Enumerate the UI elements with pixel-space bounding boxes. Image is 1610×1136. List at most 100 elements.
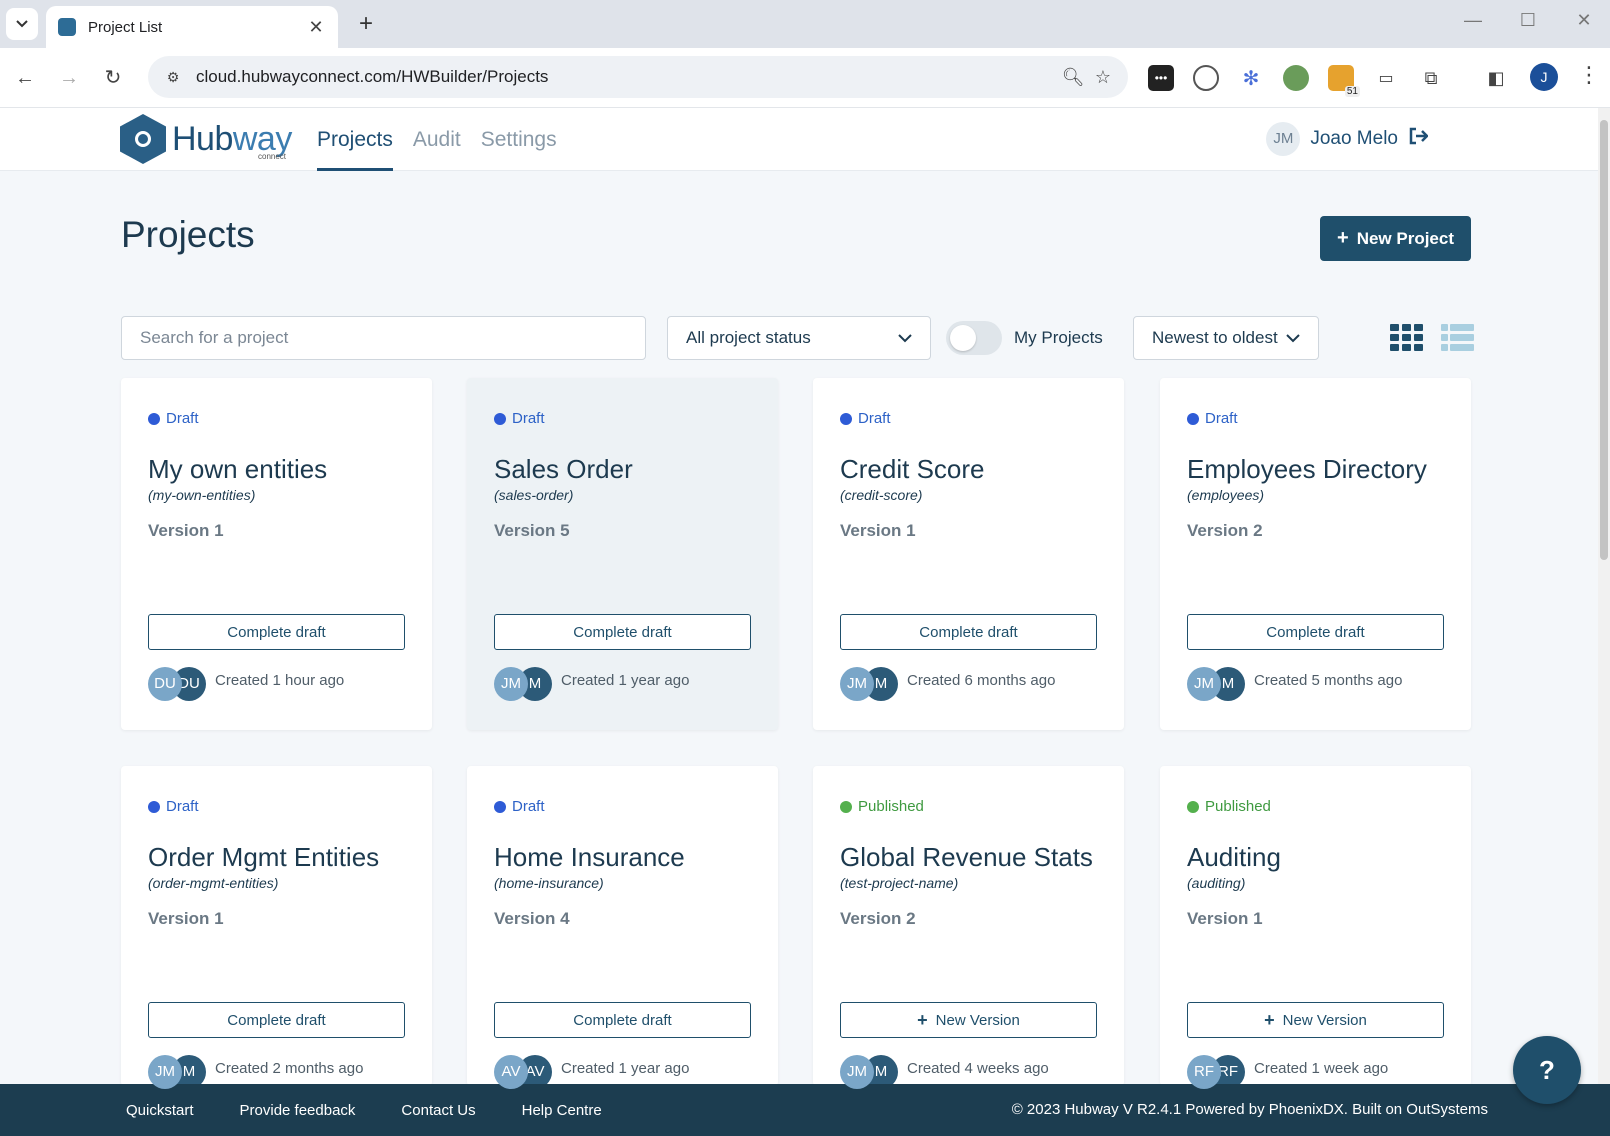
grid-view-icon[interactable] <box>1390 324 1423 351</box>
status-badge: Draft <box>494 798 545 815</box>
new-project-button[interactable]: + New Project <box>1320 216 1471 261</box>
new-version-button[interactable]: + New Version <box>840 1002 1097 1038</box>
status-dot-icon <box>840 412 852 425</box>
status-text: Draft <box>1205 410 1238 427</box>
project-card[interactable]: Draft Order Mgmt Entities (order-mgmt-enti… <box>121 766 432 1089</box>
nav-audit[interactable]: Audit <box>413 108 461 171</box>
project-version: Version 2 <box>1187 521 1263 540</box>
site-settings-icon[interactable]: ⚙ <box>162 66 184 88</box>
created-time: Created 1 week ago <box>1254 1060 1389 1077</box>
minimize-icon[interactable]: — <box>1458 10 1488 31</box>
forward-arrow-icon[interactable]: → <box>54 63 84 93</box>
logo-text-hub: Hub <box>172 119 233 158</box>
avatar: JM <box>148 1055 182 1089</box>
page-scrollbar[interactable] <box>1598 108 1610 1084</box>
project-title[interactable]: Employees Directory <box>1187 454 1427 485</box>
created-time: Created 6 months ago <box>907 672 1056 689</box>
plus-icon: + <box>1337 227 1349 249</box>
project-title[interactable]: Credit Score <box>840 454 985 485</box>
project-title[interactable]: Home Insurance <box>494 842 685 873</box>
nav-projects[interactable]: Projects <box>317 108 393 171</box>
list-view-icon[interactable] <box>1441 324 1474 351</box>
complete-draft-button[interactable]: Complete draft <box>494 1002 751 1038</box>
project-card[interactable]: Draft My own entities (my-own-entities) Ver… <box>121 378 432 730</box>
back-arrow-icon[interactable]: ← <box>10 63 40 93</box>
project-card[interactable]: Draft Home Insurance (home-insurance) Versi… <box>467 766 778 1089</box>
complete-draft-button[interactable]: Complete draft <box>148 1002 405 1038</box>
browser-profile-avatar[interactable]: J <box>1530 63 1558 91</box>
project-card[interactable]: Draft Credit Score (credit-score) Version 1… <box>813 378 1124 730</box>
project-slug: (order-mgmt-entities) <box>148 875 279 891</box>
project-card[interactable]: Draft Sales Order (sales-order) Version 5 Co… <box>467 378 778 730</box>
card-action-label: New Version <box>935 1011 1020 1029</box>
new-version-button[interactable]: + New Version <box>1187 1002 1444 1038</box>
project-slug: (test-project-name) <box>840 875 959 891</box>
project-card[interactable]: Published Global Revenue Stats (test-proje… <box>813 766 1124 1089</box>
project-title[interactable]: Order Mgmt Entities <box>148 842 379 873</box>
help-button[interactable]: ? <box>1513 1036 1581 1104</box>
card-action-label: Complete draft <box>227 1011 326 1029</box>
project-status-value: All project status <box>686 328 811 347</box>
complete-draft-button[interactable]: Complete draft <box>148 614 405 650</box>
url-text[interactable]: cloud.hubwayconnect.com/HWBuilder/Projec… <box>196 67 1058 87</box>
page-footer: Quickstart Provide feedback Contact Us H… <box>0 1084 1610 1136</box>
status-dot-icon <box>148 800 160 813</box>
avatar: JM <box>494 667 528 701</box>
footer-link-contact[interactable]: Contact Us <box>401 1102 475 1119</box>
my-projects-toggle[interactable] <box>946 321 1002 355</box>
close-window-icon[interactable]: ✕ <box>1569 10 1599 31</box>
project-card[interactable]: Draft Employees Directory (employees) Versi… <box>1160 378 1471 730</box>
project-title[interactable]: Global Revenue Stats <box>840 842 1093 873</box>
new-tab-plus-icon[interactable]: + <box>352 10 380 38</box>
extension-snowflake-icon[interactable]: ✻ <box>1238 65 1264 91</box>
zoom-icon[interactable]: 🔍︎ <box>1058 67 1088 88</box>
complete-draft-button[interactable]: Complete draft <box>1187 614 1444 650</box>
footer-link-quickstart[interactable]: Quickstart <box>126 1102 194 1119</box>
status-text: Published <box>1205 798 1271 815</box>
nav-settings[interactable]: Settings <box>481 108 557 171</box>
status-text: Draft <box>512 798 545 815</box>
tab-search-dropdown-icon[interactable] <box>6 8 38 40</box>
cast-icon[interactable]: ▭ <box>1373 65 1399 91</box>
avatar: RF <box>1187 1055 1221 1089</box>
footer-links: Quickstart Provide feedback Contact Us H… <box>126 1084 648 1136</box>
extension-icon[interactable]: ••• <box>1148 65 1174 91</box>
browser-menu-icon[interactable]: ⋮ <box>1578 62 1600 88</box>
user-menu[interactable]: JM Joao Melo <box>1266 122 1429 156</box>
complete-draft-button[interactable]: Complete draft <box>840 614 1097 650</box>
close-tab-icon[interactable]: ✕ <box>306 17 326 38</box>
extensions-puzzle-icon[interactable]: ⧉ <box>1418 65 1444 91</box>
project-title[interactable]: Auditing <box>1187 842 1281 873</box>
reload-icon[interactable]: ↻ <box>98 63 128 93</box>
complete-draft-button[interactable]: Complete draft <box>494 614 751 650</box>
address-bar[interactable]: ⚙ cloud.hubwayconnect.com/HWBuilder/Proj… <box>148 56 1128 98</box>
footer-link-feedback[interactable]: Provide feedback <box>240 1102 356 1119</box>
logout-icon[interactable] <box>1408 127 1429 151</box>
plus-icon: + <box>917 1009 928 1030</box>
project-version: Version 1 <box>1187 909 1263 928</box>
bookmark-star-icon[interactable]: ☆ <box>1088 67 1118 88</box>
created-time: Created 1 year ago <box>561 1060 690 1077</box>
extension-badge-icon[interactable]: 51 <box>1328 65 1360 97</box>
browser-tab[interactable]: Project List ✕ <box>46 6 338 48</box>
project-search-input[interactable] <box>121 316 646 360</box>
footer-copyright: © 2023 Hubway V R2.4.1 Powered by Phoeni… <box>1011 1101 1488 1118</box>
footer-link-help-centre[interactable]: Help Centre <box>522 1102 602 1119</box>
project-slug: (home-insurance) <box>494 875 604 891</box>
project-title[interactable]: Sales Order <box>494 454 633 485</box>
project-title[interactable]: My own entities <box>148 454 327 485</box>
extension-icon[interactable] <box>1283 65 1309 91</box>
extension-icon[interactable] <box>1193 65 1219 91</box>
side-panel-icon[interactable]: ◧ <box>1483 65 1509 91</box>
sort-order-select[interactable]: Newest to oldest <box>1133 316 1319 360</box>
card-action-label: Complete draft <box>573 1011 672 1029</box>
card-action-label: Complete draft <box>227 623 326 641</box>
status-text: Published <box>858 798 924 815</box>
scrollbar-thumb[interactable] <box>1600 120 1608 560</box>
chevron-down-icon <box>1286 330 1300 346</box>
maximize-icon[interactable]: ☐ <box>1513 10 1543 31</box>
project-status-select[interactable]: All project status <box>667 316 931 360</box>
status-badge: Draft <box>148 410 199 427</box>
project-card[interactable]: Published Auditing (auditing) Version 1 + New… <box>1160 766 1471 1089</box>
project-version: Version 1 <box>148 521 224 540</box>
